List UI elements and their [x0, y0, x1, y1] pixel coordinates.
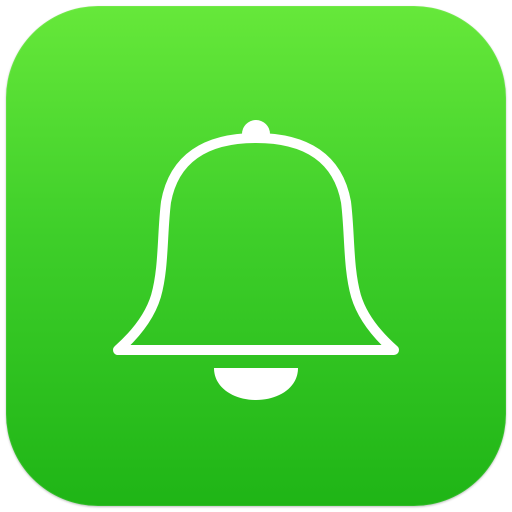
bell-outline [113, 133, 399, 355]
bell-top-knob [242, 120, 270, 134]
app-icon[interactable] [6, 6, 506, 506]
icon-canvas [0, 0, 512, 512]
bell-clapper [214, 368, 298, 400]
bell-icon [113, 120, 399, 400]
